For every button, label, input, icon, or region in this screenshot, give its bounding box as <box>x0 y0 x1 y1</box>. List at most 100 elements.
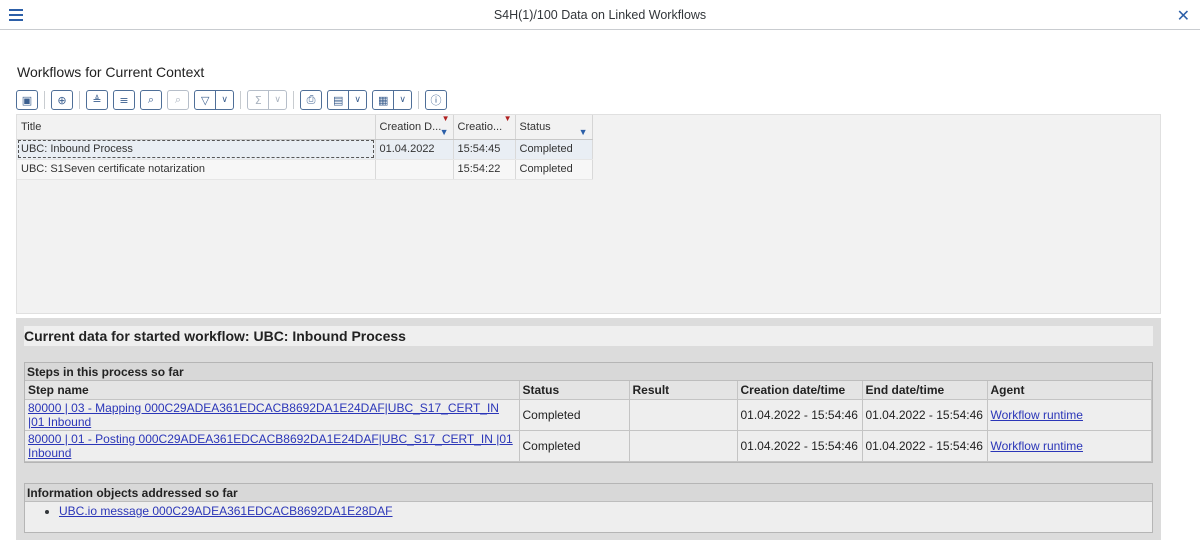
status-cell: Completed <box>519 399 630 431</box>
info-icon: ⓘ <box>430 94 442 107</box>
sort-descending-icon: ≡ <box>119 93 129 107</box>
column-label: Title <box>21 120 42 133</box>
find-icon: ⌕ <box>147 93 155 106</box>
info-group-title: Information objects addressed so far <box>25 484 1152 502</box>
toolbar-separator <box>240 91 241 109</box>
info-objects-group: Information objects addressed so far UBC… <box>24 483 1153 533</box>
zoom-icon: ⊕ <box>57 93 67 107</box>
sort-descending-button[interactable]: ≡ <box>113 90 135 110</box>
workflow-grid: Title Creation D... ▼ ▼ Creatio... ▼ Status… <box>16 114 1161 314</box>
filter-indicator-icon: ▼ <box>578 126 588 137</box>
time-cell[interactable]: 15:54:22 <box>453 159 516 180</box>
step-link-line: Inbound <box>28 445 72 460</box>
window-title: S4H(1)/100 Data on Linked Workflows <box>493 8 707 22</box>
result-cell <box>629 399 738 431</box>
chevron-down-icon[interactable]: ∨ <box>394 95 411 105</box>
detail-panel: Current data for started workflow: UBC: … <box>16 318 1161 540</box>
sort-ascending-icon: ≜ <box>92 93 102 107</box>
details-button[interactable]: ▣ <box>16 90 38 110</box>
step-link-line: 80000 | 03 - Mapping 000C29ADEA361EDCACB… <box>28 400 499 415</box>
steps-group-title: Steps in this process so far <box>25 363 1152 381</box>
title-cell[interactable]: UBC: S1Seven certificate notarization <box>17 159 376 180</box>
status-cell: Completed <box>519 430 630 462</box>
find-button[interactable]: ⌕ <box>140 90 162 110</box>
toolbar-separator <box>44 91 45 109</box>
column-label: Creatio... <box>457 120 503 133</box>
column-header-creation-time[interactable]: Creatio... ▼ <box>453 114 516 140</box>
step-name-cell: 80000 | 03 - Mapping 000C29ADEA361EDCACB… <box>25 399 520 431</box>
alv-toolbar: ▣ ⊕ ≜ ≡ ⌕ ⌕ ▽ ∨ Σ ∨ ⎙ ▤ ∨ ▦ ∨ ⓘ <box>16 89 452 111</box>
detail-title: Current data for started workflow: UBC: … <box>24 326 1153 346</box>
chevron-down-icon[interactable]: ∨ <box>216 95 233 105</box>
zoom-button[interactable]: ⊕ <box>51 90 73 110</box>
find-next-icon: ⌕ <box>174 93 182 106</box>
toolbar-separator <box>79 91 80 109</box>
steps-group: Steps in this process so far Step name S… <box>24 362 1153 463</box>
sum-icon: Σ <box>248 91 270 109</box>
sort-indicator-icon: ▼ <box>441 114 450 123</box>
table-row: 80000 | 03 - Mapping 000C29ADEA361EDCACB… <box>25 399 1152 431</box>
column-header-agent: Agent <box>987 381 1152 400</box>
sort-ascending-button[interactable]: ≜ <box>86 90 108 110</box>
result-cell <box>629 430 738 462</box>
details-icon: ▣ <box>21 93 33 107</box>
chevron-down-icon[interactable]: ∨ <box>269 95 286 105</box>
column-header-status: Status <box>519 381 630 400</box>
list-item: UBC.io message 000C29ADEA361EDCACB8692DA… <box>59 504 1152 518</box>
title-bar: S4H(1)/100 Data on Linked Workflows ✕ <box>0 0 1200 30</box>
ended-cell: 01.04.2022 - 15:54:46 <box>862 399 988 431</box>
status-cell[interactable]: Completed <box>515 139 593 160</box>
info-objects-list: UBC.io message 000C29ADEA361EDCACB8692DA… <box>25 502 1152 532</box>
agent-link[interactable]: Workflow runtime <box>991 439 1083 453</box>
filter-indicator-icon: ▼ <box>439 126 449 137</box>
table-row[interactable]: UBC: S1Seven certificate notarization 15… <box>17 159 593 180</box>
column-header-result: Result <box>629 381 738 400</box>
created-cell: 01.04.2022 - 15:54:46 <box>737 399 863 431</box>
title-cell[interactable]: UBC: Inbound Process <box>17 139 376 160</box>
agent-cell: Workflow runtime <box>987 430 1152 462</box>
column-header-title[interactable]: Title <box>17 115 376 140</box>
info-object-link[interactable]: UBC.io message 000C29ADEA361EDCACB8692DA… <box>59 504 393 518</box>
filter-icon: ▽ <box>195 91 217 109</box>
section-title: Workflows for Current Context <box>17 64 205 80</box>
date-cell[interactable] <box>375 159 454 180</box>
workflow-table: Title Creation D... ▼ ▼ Creatio... ▼ Status… <box>17 114 593 180</box>
column-header-creation: Creation date/time <box>737 381 863 400</box>
export-icon: ▤ <box>328 91 350 109</box>
column-header-creation-date[interactable]: Creation D... ▼ ▼ <box>375 114 454 140</box>
column-header-status[interactable]: Status ▼ <box>515 115 593 140</box>
ended-cell: 01.04.2022 - 15:54:46 <box>862 430 988 462</box>
export-button[interactable]: ▤ ∨ <box>327 90 367 110</box>
time-cell[interactable]: 15:54:45 <box>453 139 516 160</box>
steps-table: Step name Status Result Creation date/ti… <box>25 381 1152 462</box>
step-link[interactable]: 80000 | 03 - Mapping 000C29ADEA361EDCACB… <box>28 401 499 429</box>
column-header-end: End date/time <box>862 381 988 400</box>
layout-icon: ▦ <box>373 91 395 109</box>
sum-button[interactable]: Σ ∨ <box>247 90 287 110</box>
status-cell[interactable]: Completed <box>515 159 593 180</box>
close-icon[interactable]: ✕ <box>1177 6 1190 25</box>
column-label: Creation D... <box>379 120 442 133</box>
step-name-cell: 80000 | 01 - Posting 000C29ADEA361EDCACB… <box>25 430 520 462</box>
step-link-line: 80000 | 01 - Posting 000C29ADEA361EDCACB… <box>28 431 513 446</box>
date-cell[interactable]: 01.04.2022 <box>375 139 454 160</box>
column-label: Status <box>519 120 551 133</box>
find-next-button[interactable]: ⌕ <box>167 90 189 110</box>
info-button[interactable]: ⓘ <box>425 90 447 110</box>
table-row: 80000 | 01 - Posting 000C29ADEA361EDCACB… <box>25 430 1152 462</box>
table-row[interactable]: UBC: Inbound Process 01.04.2022 15:54:45… <box>17 139 593 160</box>
agent-cell: Workflow runtime <box>987 399 1152 431</box>
print-icon: ⎙ <box>306 93 316 106</box>
agent-link[interactable]: Workflow runtime <box>991 408 1083 422</box>
chevron-down-icon[interactable]: ∨ <box>349 95 366 105</box>
step-link-line: |01 Inbound <box>28 414 92 429</box>
created-cell: 01.04.2022 - 15:54:46 <box>737 430 863 462</box>
sort-indicator-icon: ▼ <box>503 114 512 123</box>
column-header-step-name: Step name <box>25 381 520 400</box>
toolbar-separator <box>418 91 419 109</box>
filter-button[interactable]: ▽ ∨ <box>194 90 234 110</box>
print-button[interactable]: ⎙ <box>300 90 322 110</box>
step-link[interactable]: 80000 | 01 - Posting 000C29ADEA361EDCACB… <box>28 432 513 460</box>
layout-button[interactable]: ▦ ∨ <box>372 90 412 110</box>
toolbar-separator <box>293 91 294 109</box>
